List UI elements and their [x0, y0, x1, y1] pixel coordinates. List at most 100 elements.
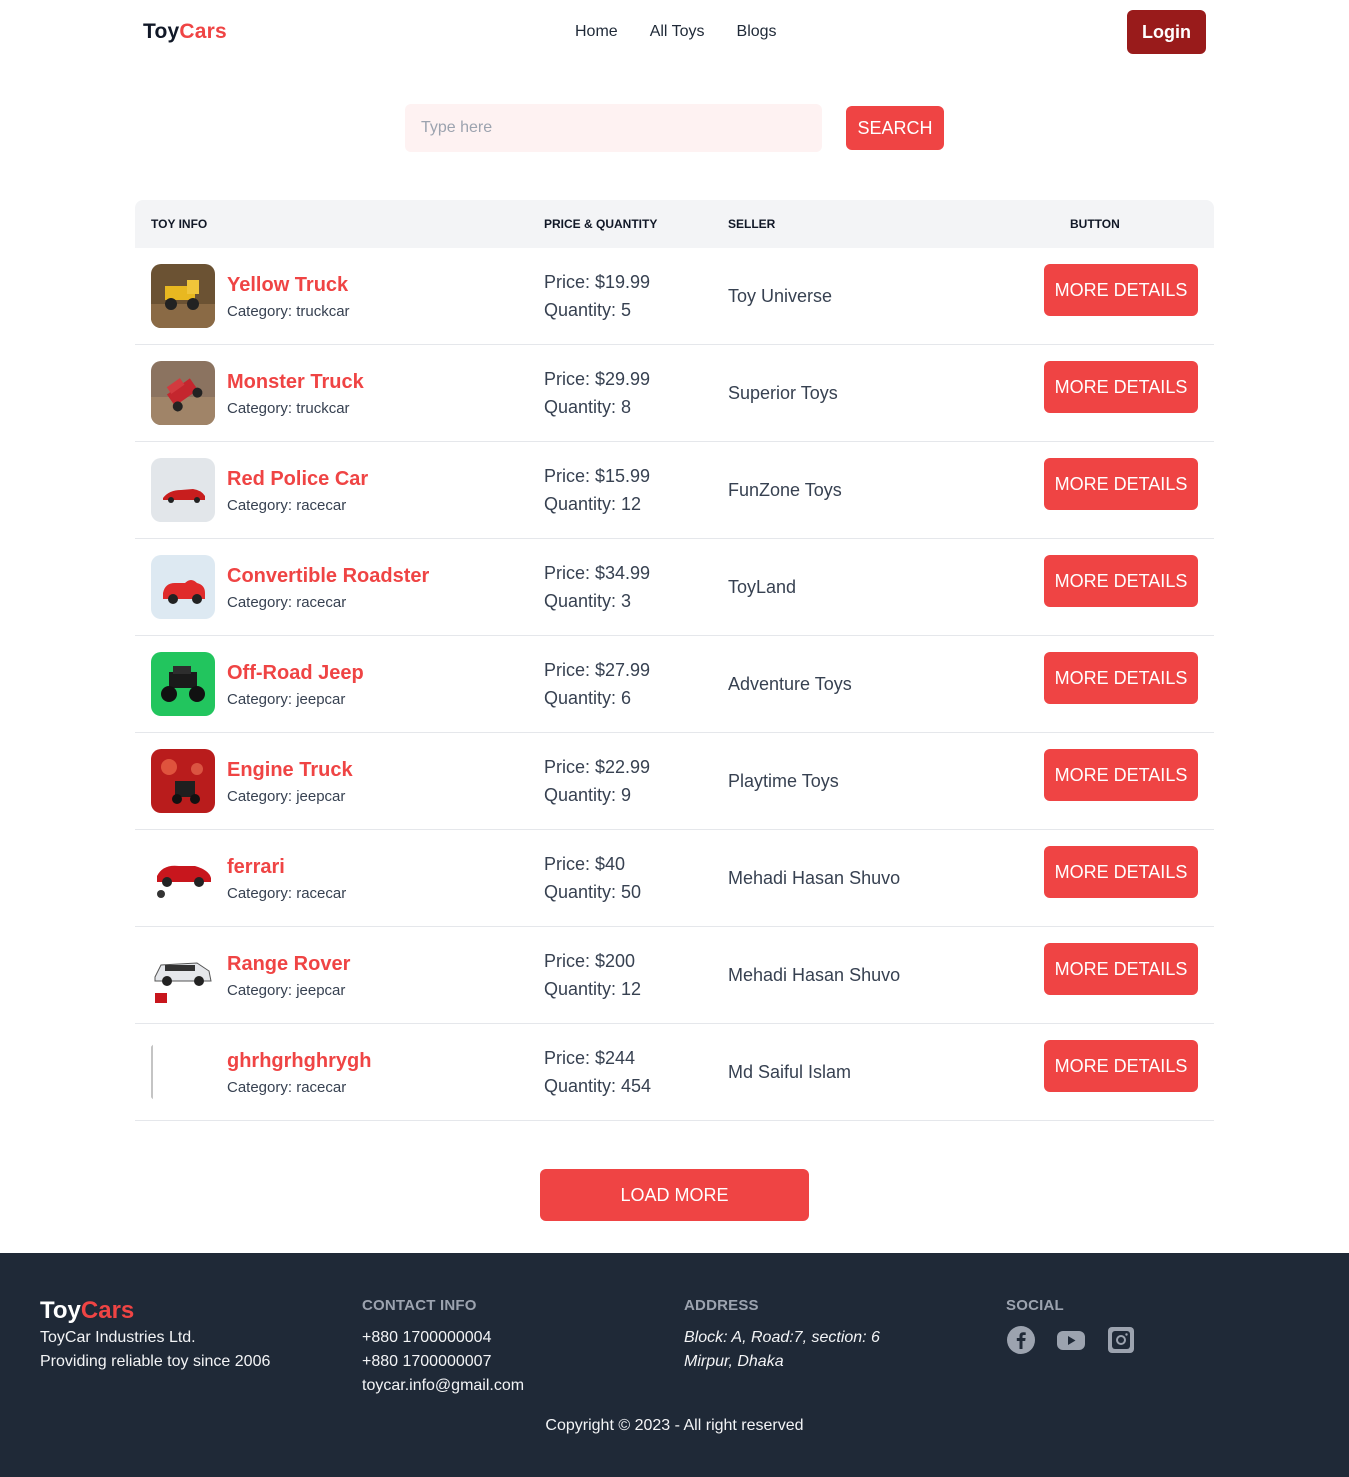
- table-row: Off-Road Jeep Category: jeepcar Price: $…: [135, 636, 1214, 733]
- footer-phone-2: +880 1700000007: [362, 1353, 492, 1370]
- toy-quantity: Quantity: 50: [544, 882, 642, 902]
- toy-name: Off-Road Jeep: [227, 662, 364, 684]
- toy-name: Range Rover: [227, 953, 351, 975]
- toy-quantity: Quantity: 12: [544, 494, 642, 514]
- toy-name: Red Police Car: [227, 468, 369, 490]
- toy-category: Category: truckcar: [227, 303, 350, 320]
- more-details-button[interactable]: MORE DETAILS: [1044, 264, 1198, 316]
- navbar: ToyCars Home All Toys Blogs Login: [0, 0, 1349, 66]
- header-seller: SELLER: [728, 217, 776, 231]
- toy-seller: Toy Universe: [728, 286, 833, 306]
- toy-image-yellow-truck: [151, 264, 215, 328]
- toy-price: Price: $19.99: [544, 272, 651, 292]
- toy-name: ferrari: [227, 856, 285, 878]
- toy-image-ferrari: [151, 846, 215, 910]
- more-details-button[interactable]: MORE DETAILS: [1044, 555, 1198, 607]
- logo-part-cars: Cars: [179, 20, 227, 43]
- more-details-button[interactable]: MORE DETAILS: [1044, 943, 1198, 995]
- toy-price: Price: $29.99: [544, 369, 651, 389]
- toy-category: Category: racecar: [227, 1079, 347, 1096]
- toy-quantity: Quantity: 12: [544, 979, 642, 999]
- more-details-button[interactable]: MORE DETAILS: [1044, 846, 1198, 898]
- toy-price: Price: $34.99: [544, 563, 651, 583]
- toy-seller: Mehadi Hasan Shuvo: [728, 868, 901, 888]
- toy-quantity: Quantity: 454: [544, 1076, 652, 1096]
- table-row: Convertible Roadster Category: racecar P…: [135, 539, 1214, 636]
- toy-category: Category: truckcar: [227, 400, 350, 417]
- toy-name: ghrhgrhghrygh: [227, 1050, 372, 1072]
- toy-category: Category: racecar: [227, 497, 347, 514]
- toy-price: Price: $27.99: [544, 660, 651, 680]
- more-details-button[interactable]: MORE DETAILS: [1044, 361, 1198, 413]
- nav-link-all-toys[interactable]: All Toys: [650, 23, 705, 41]
- toy-name: Monster Truck: [227, 371, 364, 393]
- more-details-button[interactable]: MORE DETAILS: [1044, 458, 1198, 510]
- nav-link-home[interactable]: Home: [575, 23, 618, 41]
- toy-quantity: Quantity: 6: [544, 688, 632, 708]
- toy-category: Category: jeepcar: [227, 788, 346, 805]
- toy-image-convertible-roadster: [151, 555, 215, 619]
- more-details-button[interactable]: MORE DETAILS: [1044, 1040, 1198, 1092]
- toy-image-red-police-car: [151, 458, 215, 522]
- toy-image-engine-truck: [151, 749, 215, 813]
- toys-table: TOY INFO PRICE & QUANTITY SELLER BUTTON …: [135, 200, 1214, 1121]
- toy-price: Price: $200: [544, 951, 636, 971]
- copyright: Copyright © 2023 - All right reserved: [545, 1417, 804, 1434]
- footer-logo-part-toy: Toy: [40, 1297, 81, 1324]
- toy-category: Category: racecar: [227, 885, 347, 902]
- footer-logo-part-cars: Cars: [80, 1297, 135, 1324]
- table-row: Monster Truck Category: truckcar Price: …: [135, 345, 1214, 442]
- toy-image-monster-truck: [151, 361, 215, 425]
- header-price-quantity: PRICE & QUANTITY: [544, 217, 658, 231]
- table-row: Range Rover Category: jeepcar Price: $20…: [135, 927, 1214, 1024]
- toy-quantity: Quantity: 8: [544, 397, 632, 417]
- toy-name: Engine Truck: [227, 759, 353, 781]
- toy-image-broken: [151, 1040, 215, 1104]
- footer-social-title: SOCIAL: [1006, 1297, 1064, 1314]
- footer-email[interactable]: toycar.info@gmail.com: [362, 1377, 524, 1395]
- more-details-button[interactable]: MORE DETAILS: [1044, 652, 1198, 704]
- table-row: Yellow Truck Category: truckcar Price: $…: [135, 248, 1214, 345]
- toy-price: Price: $244: [544, 1048, 636, 1068]
- logo-part-toy: Toy: [143, 20, 180, 43]
- footer-company: ToyCar Industries Ltd.: [40, 1329, 196, 1346]
- toy-price: Price: $40: [544, 854, 626, 874]
- login-button[interactable]: Login: [1127, 10, 1206, 54]
- toy-seller: Playtime Toys: [728, 771, 839, 791]
- search-input[interactable]: [405, 104, 822, 152]
- youtube-icon[interactable]: [1056, 1325, 1086, 1355]
- header-toy-info: TOY INFO: [151, 217, 208, 231]
- footer-logo: ToyCars: [40, 1297, 134, 1325]
- footer-address-line-1: Block: A, Road:7, section: 6: [684, 1329, 880, 1346]
- toy-category: Category: racecar: [227, 594, 347, 611]
- search-button[interactable]: SEARCH: [846, 106, 944, 150]
- toy-quantity: Quantity: 5: [544, 300, 632, 320]
- table-row: Engine Truck Category: jeepcar Price: $2…: [135, 733, 1214, 830]
- footer: ToyCars ToyCar Industries Ltd. Providing…: [0, 1253, 1349, 1477]
- header-button: BUTTON: [1070, 217, 1120, 231]
- toy-category: Category: jeepcar: [227, 691, 346, 708]
- toy-name: Yellow Truck: [227, 274, 349, 296]
- site-logo[interactable]: ToyCars: [143, 20, 227, 44]
- more-details-button[interactable]: MORE DETAILS: [1044, 749, 1198, 801]
- facebook-icon[interactable]: [1006, 1325, 1036, 1355]
- toy-quantity: Quantity: 3: [544, 591, 632, 611]
- load-more-button[interactable]: LOAD MORE: [540, 1169, 809, 1221]
- footer-phone-1: +880 1700000004: [362, 1329, 492, 1346]
- toy-image-range-rover: [151, 943, 215, 1007]
- nav-links: Home All Toys Blogs: [575, 23, 777, 41]
- toy-image-off-road-jeep: [151, 652, 215, 716]
- toy-seller: ToyLand: [728, 577, 797, 597]
- table-row: ferrari Category: racecar Price: $40 Qua…: [135, 830, 1214, 927]
- footer-tagline: Providing reliable toy since 2006: [40, 1353, 271, 1370]
- toy-price: Price: $22.99: [544, 757, 651, 777]
- footer-address-title: ADDRESS: [684, 1297, 759, 1314]
- footer-address-line-2: Mirpur, Dhaka: [684, 1353, 784, 1370]
- toy-price: Price: $15.99: [544, 466, 651, 486]
- toy-seller: Superior Toys: [728, 383, 838, 403]
- social-links: [1006, 1325, 1136, 1355]
- toy-seller: Md Saiful Islam: [728, 1062, 852, 1082]
- nav-link-blogs[interactable]: Blogs: [737, 23, 777, 41]
- instagram-icon[interactable]: [1106, 1325, 1136, 1355]
- toy-quantity: Quantity: 9: [544, 785, 632, 805]
